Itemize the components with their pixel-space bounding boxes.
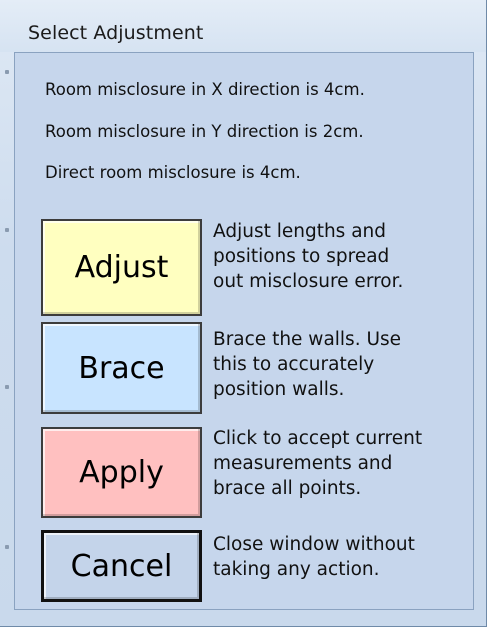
select-adjustment-dialog: Select Adjustment Room misclosure in X d… [0, 0, 487, 627]
cancel-button[interactable]: Cancel [41, 530, 202, 602]
edge-artifact [5, 385, 9, 389]
window-title: Select Adjustment [28, 22, 204, 44]
edge-artifact [5, 70, 9, 74]
misclosure-x-message: Room misclosure in X direction is 4cm. [45, 80, 365, 99]
adjust-button[interactable]: Adjust [41, 219, 202, 316]
apply-button[interactable]: Apply [41, 427, 202, 518]
title-bar[interactable]: Select Adjustment [0, 0, 486, 52]
edge-artifact [5, 545, 9, 549]
edge-artifact [5, 228, 9, 232]
adjust-description: Adjust lengths and positions to spread o… [213, 221, 404, 292]
direct-misclosure-message: Direct room misclosure is 4cm. [45, 163, 301, 182]
misclosure-y-message: Room misclosure in Y direction is 2cm. [45, 122, 364, 141]
brace-description: Brace the walls. Use this to accurately … [213, 329, 402, 400]
cancel-description: Close window without taking any action. [213, 534, 415, 580]
apply-description: Click to accept current measurements and… [213, 428, 423, 499]
brace-button[interactable]: Brace [41, 322, 202, 414]
